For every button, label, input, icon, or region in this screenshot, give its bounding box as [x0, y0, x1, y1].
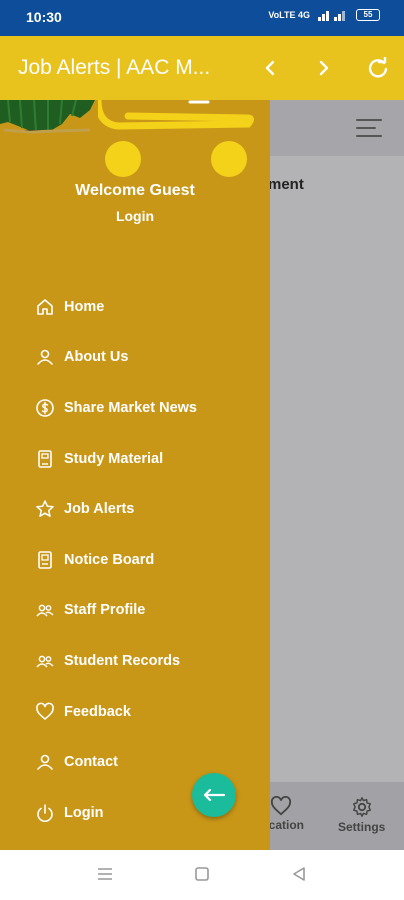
- drawer-item-about-us[interactable]: About Us: [34, 342, 128, 372]
- forward-button[interactable]: [310, 54, 338, 82]
- arrow-left-icon: [203, 788, 226, 802]
- power-icon: [34, 802, 56, 824]
- home-square-icon: [195, 867, 209, 881]
- back-button[interactable]: [256, 54, 284, 82]
- drawer-item-student-records[interactable]: Student Records: [34, 646, 180, 676]
- recents-button[interactable]: [97, 866, 113, 887]
- user-icon: [34, 751, 56, 773]
- heart-icon: [34, 701, 56, 723]
- drawer-item-label: Login: [64, 805, 104, 821]
- users-icon: [34, 599, 56, 621]
- signal-icon: [318, 11, 345, 21]
- notice-icon: [34, 549, 56, 571]
- drawer-item-label: Student Records: [64, 653, 181, 669]
- tree-logo-icon: [0, 100, 95, 134]
- drawer-item-label: Home: [64, 299, 105, 315]
- gear-icon: [352, 797, 371, 817]
- battery-level: 55: [363, 10, 373, 19]
- battery-icon: 55: [356, 9, 380, 21]
- drawer-item-job-alerts[interactable]: Job Alerts: [34, 494, 134, 524]
- dollar-icon: [34, 397, 56, 419]
- navigation-drawer: Welcome Guest Login Home About Us Share …: [0, 100, 270, 850]
- home-icon: [34, 296, 56, 318]
- home-button[interactable]: [194, 866, 210, 887]
- refresh-button[interactable]: [364, 54, 392, 82]
- drawer-item-home[interactable]: Home: [34, 292, 104, 322]
- header-login-link[interactable]: Login: [0, 208, 270, 224]
- drawer-item-login[interactable]: Login: [34, 798, 103, 828]
- welcome-text: Welcome Guest: [75, 182, 195, 199]
- drawer-item-label: Staff Profile: [64, 602, 146, 618]
- network-indicator: VoLTE 4G: [268, 10, 310, 20]
- refresh-icon: [368, 57, 388, 78]
- status-time: 10:30: [26, 9, 62, 25]
- system-navigation-bar: [0, 850, 404, 900]
- menu-icon: [98, 868, 112, 880]
- system-back-button[interactable]: [291, 866, 307, 887]
- drawer-item-study-material[interactable]: Study Material: [34, 444, 163, 474]
- bottom-nav-settings[interactable]: Settings: [338, 796, 385, 834]
- drawer-logo: [0, 100, 270, 180]
- drawer-item-label: Notice Board: [64, 552, 155, 568]
- drawer-item-feedback[interactable]: Feedback: [34, 697, 131, 727]
- app-title: Job Alerts | AAC M...: [18, 56, 211, 79]
- star-icon: [34, 498, 56, 520]
- drawer-item-staff-profile[interactable]: Staff Profile: [34, 595, 145, 625]
- chevron-right-icon: [319, 60, 329, 76]
- drawer-item-label: Feedback: [64, 704, 131, 720]
- status-icons: VoLTE 4G 55: [268, 9, 380, 21]
- drawer-item-label: Job Alerts: [64, 501, 135, 517]
- drawer-item-label: Study Material: [64, 451, 164, 467]
- drawer-item-label: Contact: [64, 754, 118, 770]
- drawer-item-notice-board[interactable]: Notice Board: [34, 545, 154, 575]
- page-heading-partial: ment: [268, 176, 304, 193]
- heart-icon: [270, 796, 292, 816]
- user-icon: [34, 346, 56, 368]
- bottom-nav-label: Settings: [338, 820, 386, 834]
- chevron-left-icon: [265, 60, 275, 76]
- drawer-item-label: Share Market News: [64, 400, 197, 416]
- drawer-item-share-market-news[interactable]: Share Market News: [34, 393, 197, 423]
- book-icon: [34, 448, 56, 470]
- users-icon: [34, 650, 56, 672]
- status-bar: 10:30 VoLTE 4G 55: [0, 0, 404, 36]
- app-bar: Job Alerts | AAC M...: [0, 36, 404, 100]
- cart-logo-icon: [98, 100, 254, 177]
- drawer-item-label: About Us: [64, 349, 129, 365]
- drawer-item-contact[interactable]: Contact: [34, 747, 118, 777]
- hamburger-icon[interactable]: [356, 119, 382, 143]
- back-triangle-icon: [293, 867, 305, 881]
- close-drawer-button[interactable]: [192, 773, 236, 817]
